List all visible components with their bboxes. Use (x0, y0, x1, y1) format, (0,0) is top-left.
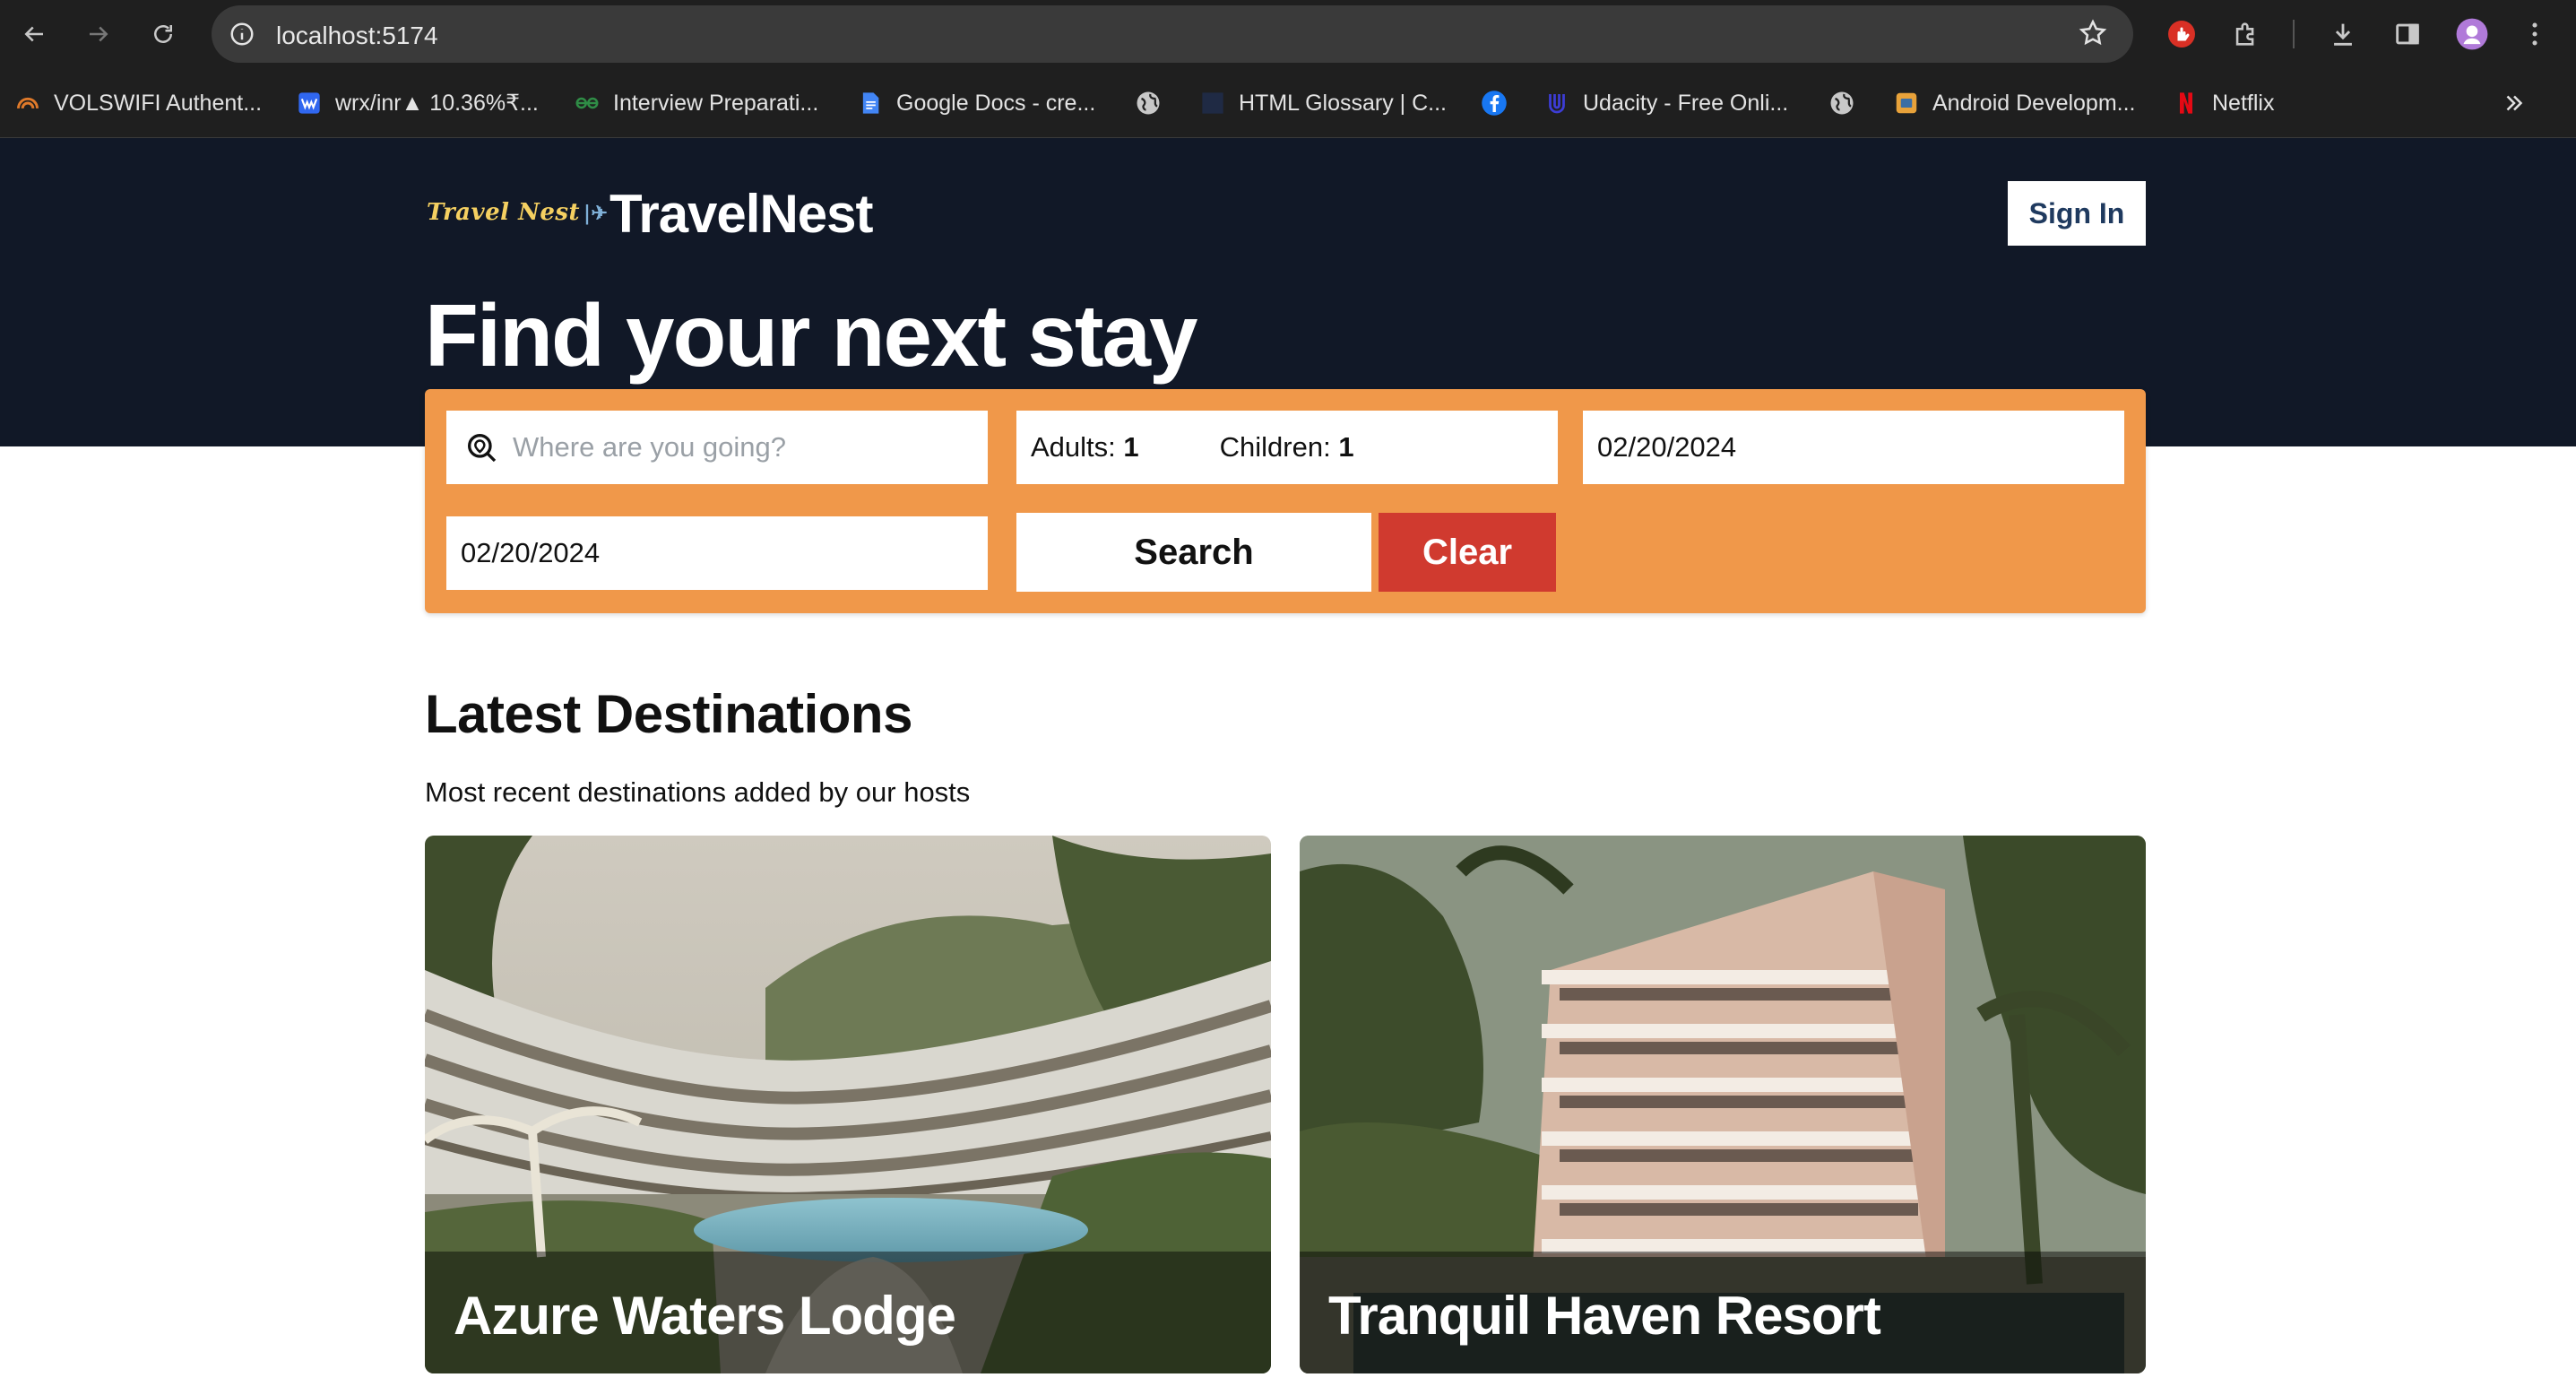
bookmark-facebook[interactable] (1481, 88, 1508, 118)
udacity-icon (1543, 90, 1570, 117)
check-out-date-input[interactable]: 02/20/2024 (446, 516, 988, 590)
latest-destinations-title: Latest Destinations (425, 684, 912, 744)
hero-title: Find your next stay (425, 286, 1198, 385)
sign-in-button[interactable]: Sign In (2008, 181, 2146, 246)
wazirx-icon (296, 90, 323, 117)
bookmark-volswifi[interactable]: VOLSWIFI Authent... (14, 88, 262, 118)
site-info-icon[interactable] (226, 18, 258, 50)
destination-card[interactable]: Azure Waters Lodge (425, 836, 1271, 1373)
globe-icon (1135, 90, 1162, 117)
bookmark-wazirx[interactable]: wrx/inr▲ 10.36%₹... (296, 88, 539, 118)
bookmark-star-icon[interactable] (2078, 18, 2110, 50)
children-counter[interactable]: Children: 1 (1220, 431, 1354, 464)
plane-icon: |✈ (583, 202, 609, 225)
browser-toolbar: localhost:5174 (0, 0, 2576, 68)
side-panel-icon[interactable] (2390, 16, 2425, 52)
download-icon[interactable] (2325, 16, 2361, 52)
facebook-icon (1481, 90, 1508, 117)
bookmark-globe-1[interactable] (1135, 88, 1162, 118)
destination-name: Azure Waters Lodge (454, 1286, 956, 1346)
bookmark-udacity[interactable]: Udacity - Free Onli... (1543, 88, 1788, 118)
url-text: localhost:5174 (276, 22, 438, 49)
volswifi-icon (14, 90, 41, 117)
latest-destinations-subtitle: Most recent destinations added by our ho… (425, 776, 971, 808)
codecademy-icon (1199, 90, 1226, 117)
brand-name[interactable]: TravelNest (609, 183, 874, 245)
search-button[interactable]: Search (1016, 513, 1371, 592)
logo[interactable]: Travel Nest |✈ (427, 199, 608, 226)
location-search-icon (461, 427, 502, 468)
netflix-icon (2173, 90, 2200, 117)
destination-card[interactable]: Tranquil Haven Resort (1300, 836, 2146, 1373)
forward-arrow-icon[interactable] (79, 14, 118, 54)
guests-field[interactable]: Adults: 1 Children: 1 (1016, 411, 1558, 484)
bookmark-html-glossary[interactable]: HTML Glossary | C... (1199, 88, 1447, 118)
google-docs-icon (857, 90, 884, 117)
menu-kebab-icon[interactable] (2517, 16, 2553, 52)
check-in-date-input[interactable]: 02/20/2024 (1583, 411, 2124, 484)
globe-icon (1828, 90, 1855, 117)
android-icon (1893, 90, 1920, 117)
adults-counter[interactable]: Adults: 1 (1031, 431, 1139, 464)
destination-name: Tranquil Haven Resort (1328, 1286, 1881, 1346)
gfg-icon (574, 90, 601, 117)
search-bar: Adults: 1 Children: 1 02/20/2024 02/20/2… (425, 389, 2146, 613)
extensions-icon[interactable] (2228, 16, 2264, 52)
bookmark-interview-prep[interactable]: Interview Preparati... (574, 88, 818, 118)
bookmark-globe-2[interactable] (1828, 88, 1855, 118)
back-arrow-icon[interactable] (14, 14, 54, 54)
bookmarks-bar: VOLSWIFI Authent... wrx/inr▲ 10.36%₹... … (0, 68, 2576, 138)
destination-field[interactable] (446, 411, 988, 484)
profile-avatar[interactable] (2454, 16, 2490, 52)
bookmark-netflix[interactable]: Netflix (2173, 88, 2274, 118)
destination-input[interactable] (513, 431, 979, 464)
adblock-icon[interactable] (2164, 16, 2200, 52)
address-bar[interactable]: localhost:5174 (212, 5, 2133, 63)
toolbar-divider (2293, 20, 2295, 48)
bookmark-android[interactable]: Android Developm... (1893, 88, 2136, 118)
bookmark-google-docs[interactable]: Google Docs - cre... (857, 88, 1095, 118)
clear-button[interactable]: Clear (1379, 513, 1556, 592)
reload-icon[interactable] (143, 14, 183, 54)
more-bookmarks-chevron-icon[interactable] (2501, 88, 2528, 118)
